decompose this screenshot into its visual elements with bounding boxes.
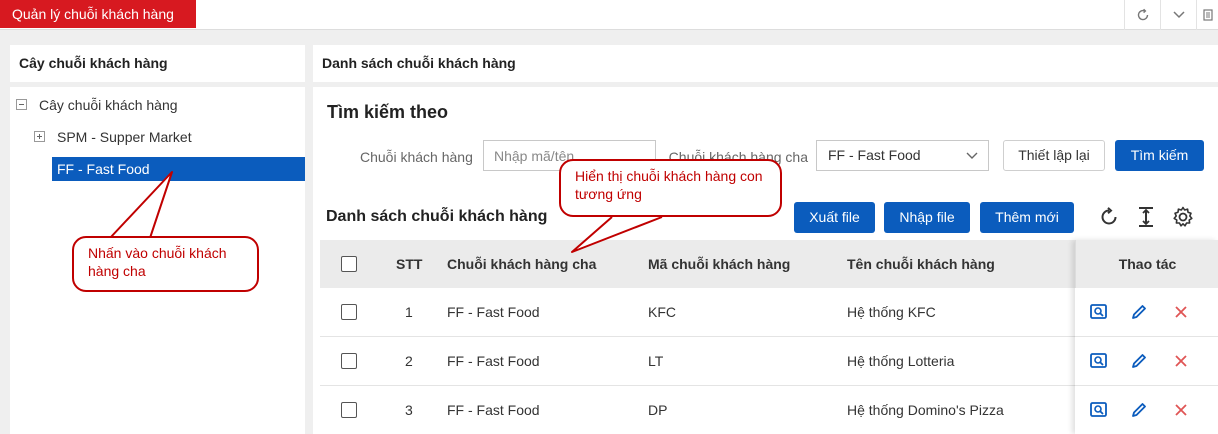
header-chain-code: Mã chuỗi khách hàng xyxy=(648,256,791,272)
view-icon[interactable] xyxy=(1089,351,1109,371)
row-checkbox[interactable] xyxy=(341,402,357,418)
header-parent-chain: Chuỗi khách hàng cha xyxy=(447,256,597,272)
view-icon[interactable] xyxy=(1089,302,1109,322)
row-parent-chain: FF - Fast Food xyxy=(447,402,540,418)
row-parent-chain: FF - Fast Food xyxy=(447,304,540,320)
chevron-down-icon xyxy=(966,152,978,159)
list-body: Tìm kiếm theo Chuỗi khách hàng Chuỗi khá… xyxy=(313,87,1218,434)
divider xyxy=(1075,385,1218,386)
header-actions: Thao tác xyxy=(1118,256,1177,272)
row-stt: 1 xyxy=(405,304,413,320)
close-tab-icon[interactable] xyxy=(1196,0,1218,30)
edit-icon[interactable] xyxy=(1129,302,1149,322)
tree-item-label: SPM - Supper Market xyxy=(57,129,192,145)
collapse-icon[interactable] xyxy=(16,99,27,110)
edit-icon[interactable] xyxy=(1129,400,1149,420)
top-icons xyxy=(1124,0,1218,30)
row-parent-chain: FF - Fast Food xyxy=(447,353,540,369)
search-title: Tìm kiếm theo xyxy=(327,102,449,122)
refresh-page-icon[interactable] xyxy=(1124,0,1160,30)
divider xyxy=(1075,336,1218,337)
actions-header-cell: Thao tác xyxy=(1075,240,1218,288)
export-button[interactable]: Xuất file xyxy=(794,202,875,233)
row-chain-name: Hệ thống Lotteria xyxy=(847,353,955,369)
tree-panel-header: Cây chuỗi khách hàng xyxy=(10,45,305,82)
top-bar: Quản lý chuỗi khách hàng xyxy=(0,0,1218,30)
chevron-down-icon[interactable] xyxy=(1160,0,1196,30)
tree-root-label: Cây chuỗi khách hàng xyxy=(39,97,178,113)
callout-left: Nhấn vào chuỗi khách hàng cha xyxy=(72,236,259,292)
row-chain-name: Hệ thống Domino's Pizza xyxy=(847,402,1004,418)
add-new-button[interactable]: Thêm mới xyxy=(980,202,1074,233)
callout-right: Hiển thị chuỗi khách hàng con tương ứng xyxy=(559,159,782,217)
row-chain-code: KFC xyxy=(648,304,676,320)
parent-chain-value: FF - Fast Food xyxy=(828,147,921,163)
row-checkbox[interactable] xyxy=(341,304,357,320)
list-title: Danh sách chuỗi khách hàng xyxy=(326,208,548,225)
settings-icon[interactable] xyxy=(1170,204,1196,230)
view-icon[interactable] xyxy=(1089,400,1109,420)
reset-button[interactable]: Thiết lập lại xyxy=(1003,140,1105,171)
header-stt: STT xyxy=(396,256,423,272)
parent-chain-select[interactable]: FF - Fast Food xyxy=(816,140,989,171)
select-all-checkbox[interactable] xyxy=(341,256,357,272)
search-button[interactable]: Tìm kiếm xyxy=(1115,140,1204,171)
edit-icon[interactable] xyxy=(1129,351,1149,371)
chain-table: STT Chuỗi khách hàng cha Mã chuỗi khách … xyxy=(320,240,1218,434)
actions-cells xyxy=(1075,288,1218,434)
delete-icon[interactable] xyxy=(1171,400,1191,420)
app-title-tab[interactable]: Quản lý chuỗi khách hàng xyxy=(0,0,196,28)
row-stt: 3 xyxy=(405,402,413,418)
column-height-icon[interactable] xyxy=(1133,204,1159,230)
refresh-icon[interactable] xyxy=(1096,204,1122,230)
tree-item-ff-selected[interactable]: FF - Fast Food xyxy=(52,157,305,181)
expand-icon[interactable] xyxy=(34,131,45,142)
actions-column: Thao tác xyxy=(1075,240,1218,434)
header-chain-name: Tên chuỗi khách hàng xyxy=(847,256,995,272)
row-chain-code: DP xyxy=(648,402,668,418)
list-panel-header: Danh sách chuỗi khách hàng xyxy=(313,45,1218,82)
row-chain-name: Hệ thống KFC xyxy=(847,304,936,320)
import-button[interactable]: Nhập file xyxy=(884,202,970,233)
row-chain-code: LT xyxy=(648,353,664,369)
delete-icon[interactable] xyxy=(1171,351,1191,371)
row-checkbox[interactable] xyxy=(341,353,357,369)
delete-icon[interactable] xyxy=(1171,302,1191,322)
chain-label: Chuỗi khách hàng xyxy=(360,149,473,165)
list-panel: Danh sách chuỗi khách hàng Tìm kiếm theo… xyxy=(313,45,1218,434)
row-stt: 2 xyxy=(405,353,413,369)
